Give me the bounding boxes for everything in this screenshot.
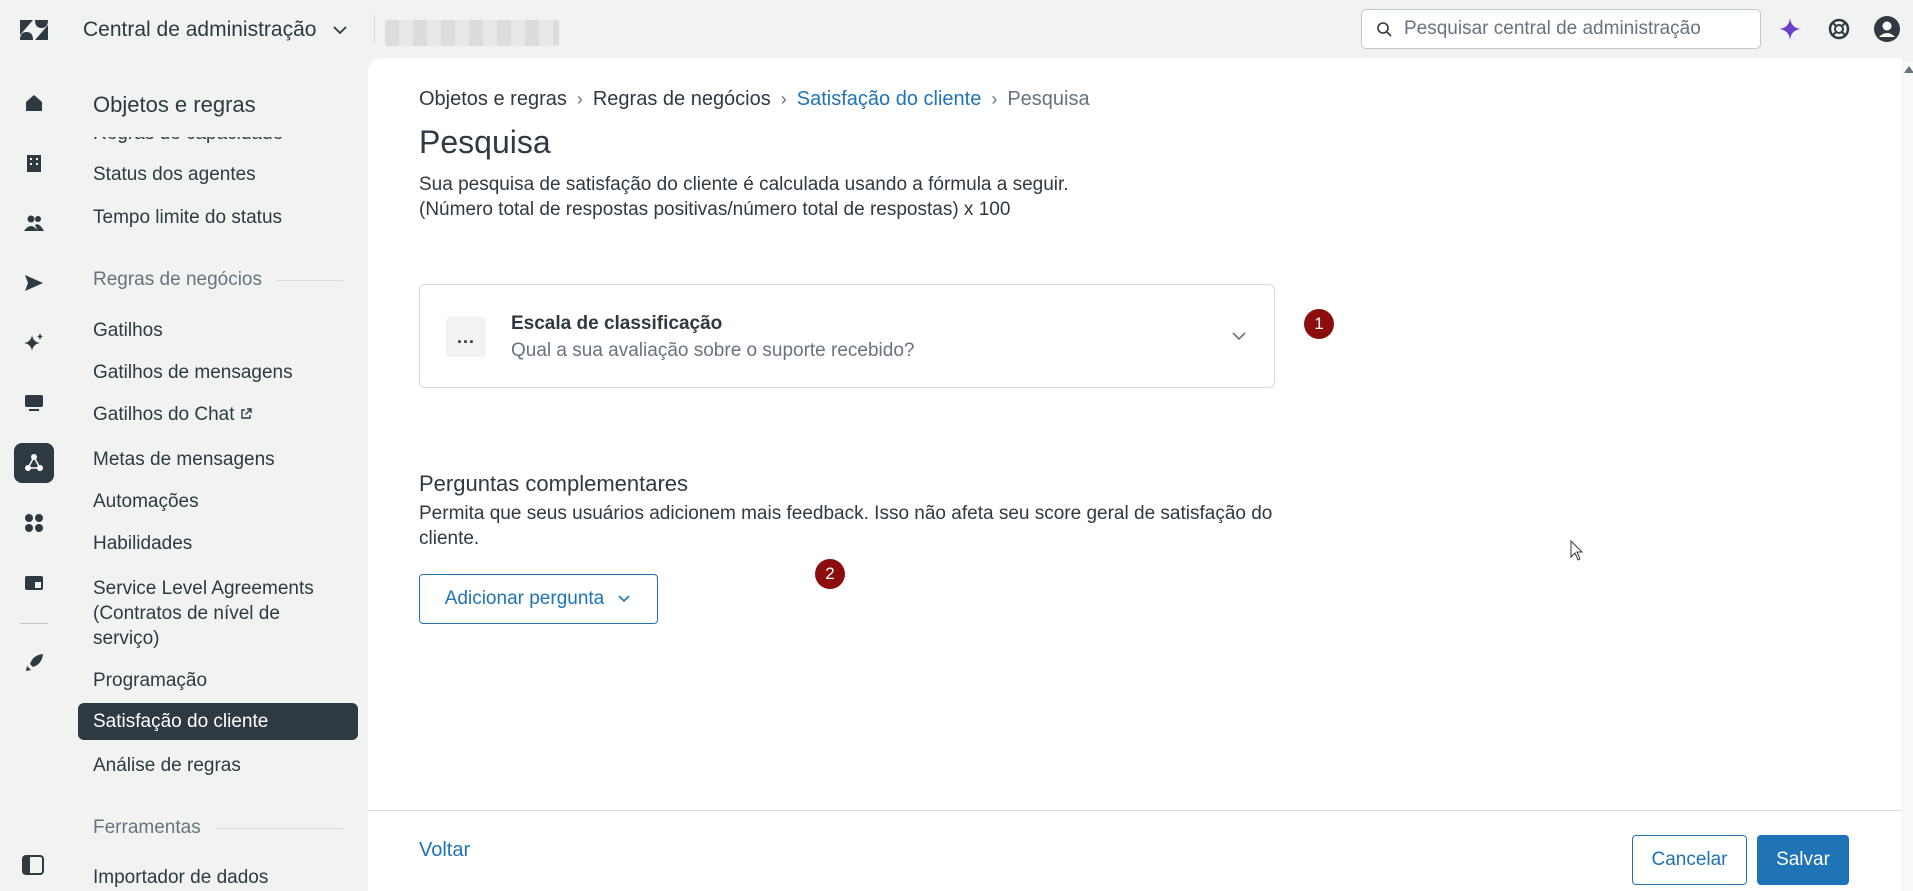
- product-switcher[interactable]: Central de administração: [83, 18, 350, 42]
- breadcrumb-separator-icon: ›: [780, 89, 787, 109]
- breadcrumb-business-rules[interactable]: Regras de negócios: [593, 88, 771, 111]
- scroll-up-arrow-icon[interactable]: [1904, 66, 1913, 73]
- formula-line: (Número total de respostas positivas/núm…: [419, 199, 1011, 220]
- nav-item-messaging-goals[interactable]: Metas de mensagens: [93, 447, 343, 472]
- nav-item-rules-analysis[interactable]: Análise de regras: [93, 753, 343, 778]
- rocket-icon[interactable]: [14, 643, 54, 683]
- ellipsis-icon: ...: [446, 317, 486, 357]
- apps-integrations-icon[interactable]: [14, 503, 54, 543]
- card-subtitle: Qual a sua avaliação sobre o suporte rec…: [511, 340, 915, 361]
- nav-item-automations[interactable]: Automações: [93, 489, 343, 514]
- breadcrumb: Objetos e regras › Regras de negócios › …: [419, 88, 1090, 111]
- ai-agents-icon[interactable]: [14, 323, 54, 363]
- top-bar: Central de administração: [0, 0, 1913, 58]
- footer-bar: Voltar Cancelar Salvar: [368, 810, 1902, 891]
- breadcrumb-separator-icon: ›: [576, 89, 583, 109]
- sidenav-title: Objetos e regras: [93, 92, 256, 117]
- icon-rail: [0, 58, 68, 891]
- rail-divider: [20, 623, 48, 624]
- user-avatar-icon[interactable]: [1874, 16, 1900, 42]
- cancel-button[interactable]: Cancelar: [1632, 835, 1747, 885]
- mouse-cursor-icon: [1570, 540, 1584, 561]
- chevron-down-icon: [333, 26, 348, 35]
- annotation-badge-2: 2: [815, 559, 845, 589]
- nav-item-chat-triggers[interactable]: Gatilhos do Chat: [93, 402, 343, 427]
- nav-item-status-timeout[interactable]: Tempo limite do status: [93, 205, 343, 230]
- channels-icon[interactable]: [14, 563, 54, 603]
- breadcrumb-separator-icon: ›: [991, 89, 998, 109]
- home-icon[interactable]: [14, 83, 54, 123]
- annotation-badge-1: 1: [1304, 309, 1334, 339]
- add-question-button[interactable]: Adicionar pergunta: [419, 574, 658, 624]
- secondary-nav: Objetos e regras Regras de capacidade St…: [68, 58, 368, 891]
- nav-section-tools: Ferramentas: [93, 817, 343, 839]
- zendesk-logo-icon[interactable]: [20, 18, 48, 42]
- scrollbar[interactable]: [1903, 62, 1913, 891]
- workspace-icon[interactable]: [14, 383, 54, 423]
- nav-item-data-importer[interactable]: Importador de dados: [93, 865, 343, 890]
- description-line: Sua pesquisa de satisfação do cliente é …: [419, 174, 1069, 195]
- section-divider: [214, 827, 343, 829]
- search-input[interactable]: [1404, 18, 1744, 40]
- nav-item-customer-satisfaction[interactable]: Satisfação do cliente: [78, 703, 358, 740]
- nav-item-triggers[interactable]: Gatilhos: [93, 318, 343, 343]
- building-icon[interactable]: [14, 143, 54, 183]
- collapse-sidebar-icon[interactable]: [20, 852, 46, 878]
- card-title: Escala de classificação: [511, 313, 723, 334]
- nav-item-capacity-rules[interactable]: Regras de capacidade: [93, 137, 343, 146]
- divider: [374, 14, 375, 44]
- add-question-label: Adicionar pergunta: [444, 588, 605, 609]
- section-label: Regras de negócios: [93, 269, 262, 290]
- section-label: Ferramentas: [93, 817, 201, 838]
- objects-rules-icon[interactable]: [14, 443, 54, 483]
- chevron-down-icon[interactable]: [1230, 327, 1248, 345]
- send-icon[interactable]: [14, 263, 54, 303]
- followup-description: Permita que seus usuários adicionem mais…: [419, 503, 1273, 549]
- search-icon: [1377, 22, 1392, 37]
- breadcrumb-current: Pesquisa: [1007, 88, 1090, 110]
- followup-title: Perguntas complementares: [419, 471, 689, 496]
- chevron-down-icon: [618, 595, 630, 603]
- people-icon[interactable]: [14, 203, 54, 243]
- ai-sparkle-icon[interactable]: [1777, 16, 1803, 42]
- external-link-icon: [240, 408, 252, 419]
- account-name-redacted: [385, 20, 559, 46]
- nav-item-sla[interactable]: Service Level Agreements (Contratos de n…: [93, 576, 343, 651]
- nav-section-business-rules: Regras de negócios: [93, 269, 343, 291]
- nav-item-label: Gatilhos do Chat: [93, 404, 235, 425]
- breadcrumb-objects-rules[interactable]: Objetos e regras: [419, 88, 567, 111]
- back-link[interactable]: Voltar: [419, 839, 470, 862]
- page-description: Sua pesquisa de satisfação do cliente é …: [419, 172, 1069, 222]
- nav-item-skills[interactable]: Habilidades: [93, 531, 343, 556]
- nav-item-message-triggers[interactable]: Gatilhos de mensagens: [93, 360, 343, 385]
- save-button[interactable]: Salvar: [1757, 835, 1849, 885]
- main-panel: Objetos e regras › Regras de negócios › …: [368, 58, 1902, 891]
- search-box[interactable]: [1361, 9, 1761, 49]
- section-divider: [276, 279, 343, 281]
- help-icon[interactable]: [1826, 16, 1852, 42]
- nav-item-schedules[interactable]: Programação: [93, 668, 343, 693]
- product-name: Central de administração: [83, 18, 317, 41]
- rating-scale-card[interactable]: ... Escala de classificação Qual a sua a…: [419, 284, 1275, 388]
- breadcrumb-customer-satisfaction[interactable]: Satisfação do cliente: [797, 88, 982, 111]
- nav-item-agent-status[interactable]: Status dos agentes: [93, 162, 343, 187]
- page-title: Pesquisa: [419, 124, 551, 160]
